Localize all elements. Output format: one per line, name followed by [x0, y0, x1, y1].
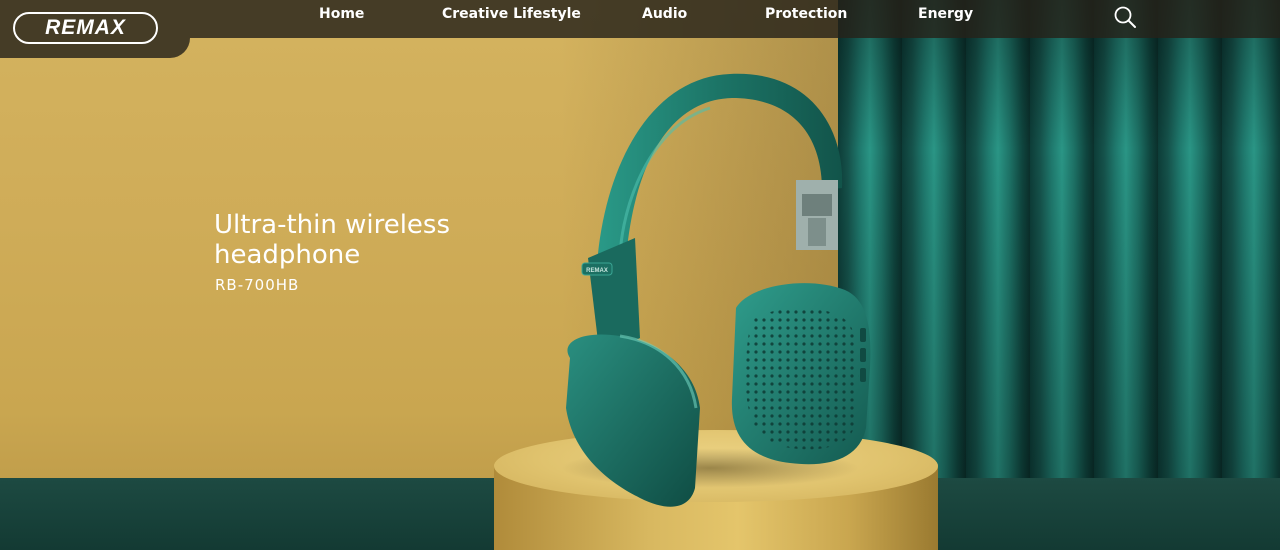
hero-headline-line1: Ultra-thin wireless — [214, 210, 451, 240]
nav-item-audio[interactable]: Audio — [642, 6, 687, 22]
hero-headline-line2: headphone — [214, 240, 361, 270]
remax-logo[interactable]: REMAX — [13, 12, 158, 44]
product-model: RB-700HB — [215, 276, 300, 294]
hero-banner[interactable]: REMAX Ultra-thin wireless headphone RB-7… — [0, 0, 1280, 550]
headphone-product-image: REMAX — [566, 73, 871, 507]
search-button[interactable] — [1112, 4, 1138, 30]
headphone-badge-text: REMAX — [586, 268, 608, 274]
hero-headline: Ultra-thin wireless headphone — [214, 210, 514, 270]
logo-text: REMAX — [45, 16, 126, 39]
nav-item-creative-lifestyle[interactable]: Creative Lifestyle — [442, 6, 581, 22]
nav-item-protection[interactable]: Protection — [765, 6, 847, 22]
top-navigation-bar — [0, 0, 1280, 38]
search-icon — [1114, 6, 1136, 28]
nav-item-home[interactable]: Home — [319, 6, 364, 22]
curtain-shading — [838, 0, 1280, 495]
nav-item-energy[interactable]: Energy — [918, 6, 973, 22]
